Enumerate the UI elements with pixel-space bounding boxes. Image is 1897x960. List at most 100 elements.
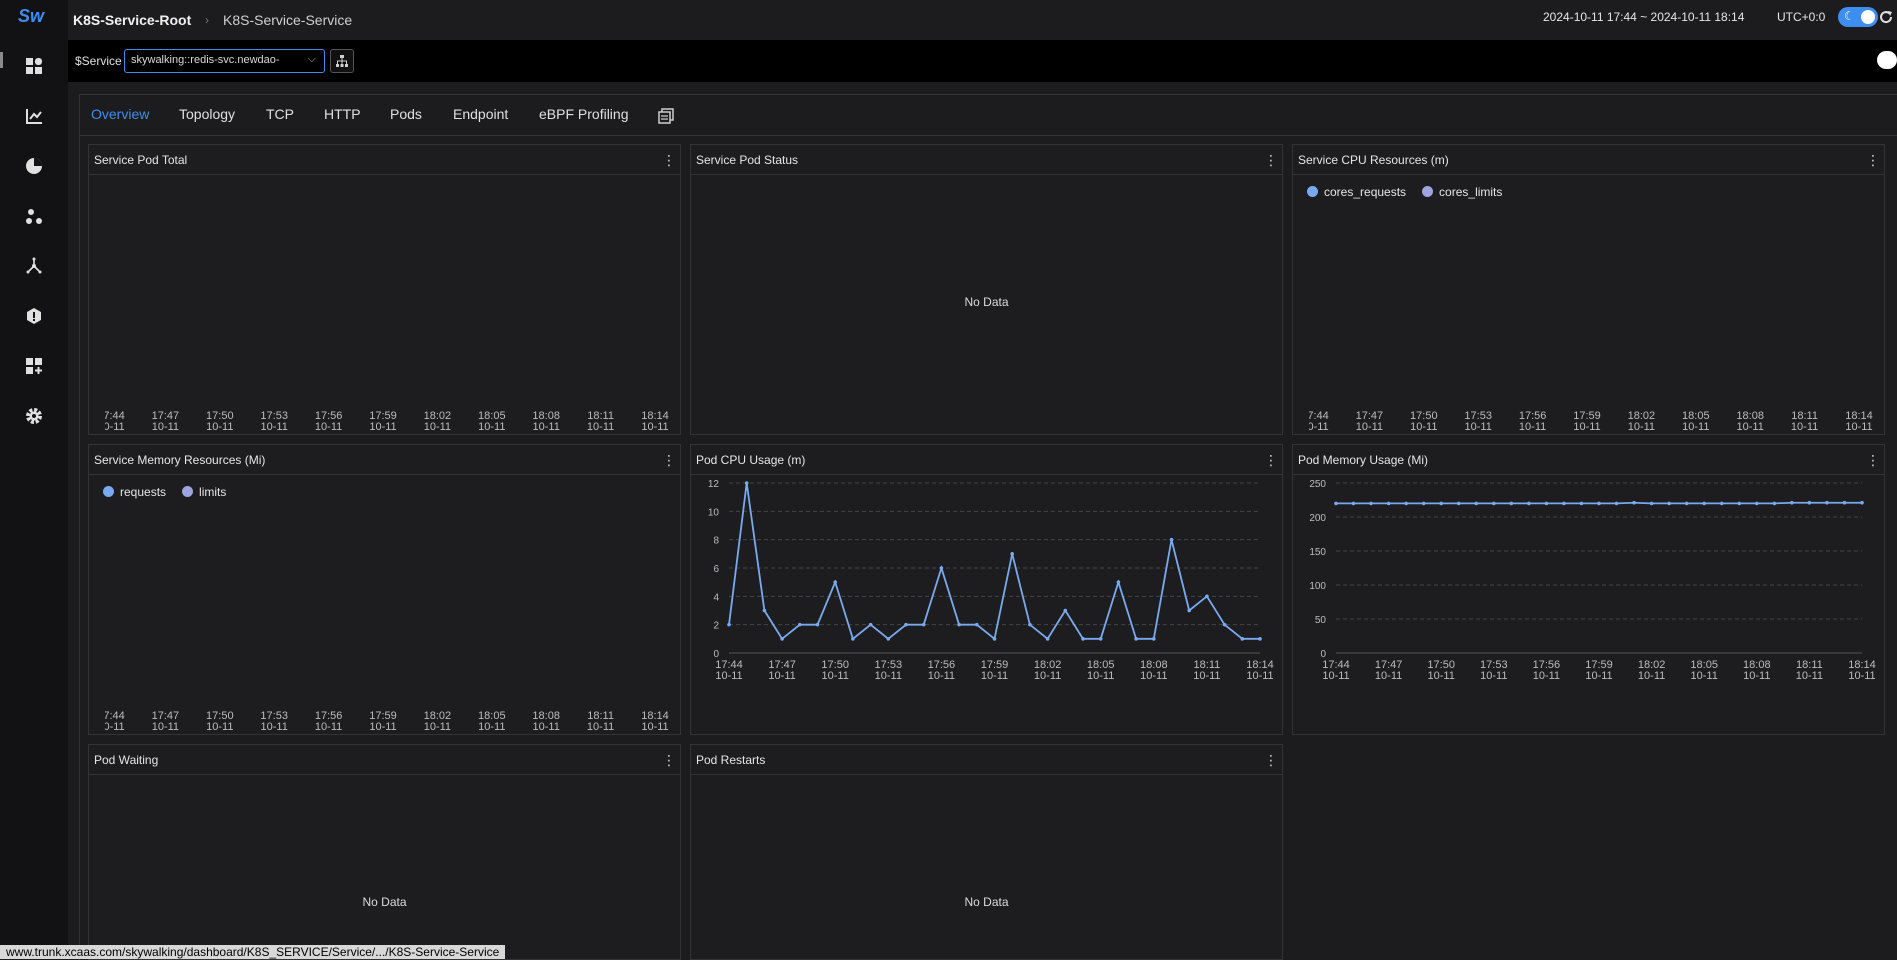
y-tick-label: 100: [1309, 581, 1326, 592]
x-tick-label: 18:11 10-11: [586, 410, 615, 433]
panel-pod-restarts: Pod Restarts ⋮ No Data: [690, 744, 1283, 960]
breadcrumb-root[interactable]: K8S-Service-Root: [73, 12, 191, 28]
panel-pod-cpu-usage: Pod CPU Usage (m) ⋮ 0 2 4 6 8 10 12 17:44 10-11 1…: [690, 444, 1283, 735]
panel-header: Service CPU Resources (m) ⋮: [1293, 145, 1884, 175]
browser-status-url: www.trunk.xcaas.com/skywalking/dashboard…: [0, 945, 506, 959]
service-select-value: skywalking::redis-svc.newdao-: [131, 54, 280, 66]
data-point: [1562, 501, 1566, 506]
x-tick-label: 17:53 10-11: [260, 710, 288, 733]
hierarchy-icon: [336, 55, 348, 67]
legend-item[interactable]: cores_limits: [1422, 185, 1502, 199]
x-axis: 17:44 10-11 17:47 10-11 17:50 10-11 17:53 10-11…: [1293, 411, 1884, 435]
more-options-icon[interactable]: ⋮: [1264, 752, 1278, 768]
x-tick-label: 17:50 10-11: [206, 710, 234, 733]
data-point: [1474, 501, 1479, 506]
more-options-icon[interactable]: ⋮: [662, 452, 676, 468]
panel-pod-waiting: Pod Waiting ⋮ No Data: [88, 744, 681, 960]
x-tick-label: 18:02 10-11: [423, 410, 452, 433]
tab-http[interactable]: HTTP: [324, 106, 361, 122]
data-point: [957, 622, 961, 627]
x-axis: 17:44 10-11 17:47 10-11 17:50 10-11 17:53 10-11…: [89, 411, 680, 435]
y-tick-label: 2: [713, 621, 719, 632]
tab-endpoint[interactable]: Endpoint: [453, 106, 508, 122]
x-tick-label: 17:56 10-11: [1518, 410, 1547, 433]
x-tick-label: 17:50 10-11: [1410, 410, 1438, 433]
tab-overview[interactable]: Overview: [91, 106, 149, 122]
more-options-icon[interactable]: ⋮: [1866, 152, 1880, 168]
data-point: [1152, 637, 1156, 641]
x-tick-label: 17:47 10-11: [1355, 410, 1384, 433]
data-point: [1404, 501, 1408, 506]
more-options-icon[interactable]: ⋮: [1264, 452, 1278, 468]
data-point: [1842, 500, 1847, 505]
reload-icon[interactable]: [1878, 6, 1897, 28]
tab-ebpf-profiling[interactable]: eBPF Profiling: [539, 106, 628, 122]
data-point: [1614, 501, 1619, 506]
legend-item[interactable]: cores_requests: [1307, 185, 1406, 199]
data-point: [1081, 637, 1085, 641]
no-data-message: No Data: [362, 895, 407, 909]
data-point: [1667, 501, 1671, 506]
skywalking-logo[interactable]: Sw: [18, 6, 54, 28]
data-point: [1825, 500, 1829, 505]
panel-title: Service Pod Status: [696, 153, 799, 167]
legend-label: cores_limits: [1439, 185, 1503, 199]
data-point: [1439, 501, 1443, 506]
service-select[interactable]: skywalking::redis-svc.newdao- ⌵: [124, 49, 325, 73]
metrics-chart-icon[interactable]: [22, 104, 46, 128]
data-point: [886, 637, 891, 641]
timezone-label[interactable]: UTC+0:0: [1777, 10, 1825, 24]
copy-tabs-icon[interactable]: [658, 108, 674, 124]
y-tick-label: 10: [708, 507, 720, 518]
data-point: [921, 622, 926, 627]
time-range-picker[interactable]: 2024-10-11 17:44 ~ 2024-10-11 18:14: [1543, 10, 1744, 24]
x-tick-label: 18:14 10-11: [1845, 410, 1873, 433]
x-tick-date: 10-11: [1691, 670, 1718, 682]
more-options-icon[interactable]: ⋮: [662, 752, 676, 768]
chevron-down-icon: ⌵: [307, 53, 316, 65]
settings-gear-icon[interactable]: [22, 404, 46, 428]
x-tick-label: 17:47 10-11: [151, 410, 180, 433]
x-tick-label: 17:59 10-11: [369, 710, 397, 733]
dashboard-icon[interactable]: [22, 54, 46, 78]
data-point: [1258, 637, 1262, 641]
theme-toggle[interactable]: ☾: [1838, 7, 1878, 27]
topology-dots-icon[interactable]: [22, 204, 46, 228]
alert-shield-icon[interactable]: [22, 304, 46, 328]
data-point: [992, 637, 997, 641]
x-tick-date: 10-11: [1246, 670, 1273, 682]
network-icon[interactable]: [22, 254, 46, 278]
add-widget-icon[interactable]: [22, 354, 46, 378]
x-tick-date: 10-11: [1533, 670, 1560, 682]
data-point: [1045, 637, 1050, 641]
data-point: [1807, 500, 1812, 505]
legend-item[interactable]: requests: [103, 485, 166, 499]
x-tick-date: 10-11: [981, 670, 1008, 682]
tab-bar: Overview Topology TCP HTTP Pods Endpoint…: [80, 95, 1897, 136]
data-point: [975, 622, 979, 627]
panel-header: Service Pod Status ⋮: [691, 145, 1282, 175]
tab-pods[interactable]: Pods: [390, 106, 422, 122]
service-topology-button[interactable]: [330, 49, 354, 73]
x-tick-date: 10-11: [1193, 670, 1220, 682]
more-options-icon[interactable]: ⋮: [1264, 152, 1278, 168]
more-options-icon[interactable]: ⋮: [662, 152, 676, 168]
tab-tcp[interactable]: TCP: [266, 106, 294, 122]
panel-header: Service Pod Total ⋮: [89, 145, 680, 175]
tab-topology[interactable]: Topology: [179, 106, 235, 122]
legend-item[interactable]: limits: [182, 485, 226, 499]
data-point: [1456, 501, 1461, 506]
panel-header: Pod Memory Usage (Mi) ⋮: [1293, 445, 1884, 475]
toggle-knob: [1861, 10, 1875, 24]
pie-chart-icon[interactable]: [22, 154, 46, 178]
x-axis: 17:44 10-11 17:47 10-11 17:50 10-11 17:53 10-11…: [89, 711, 680, 735]
x-tick-date: 10-11: [1034, 670, 1061, 682]
top-header: K8S-Service-Root › K8S-Service-Service 2…: [68, 0, 1897, 40]
data-point: [1544, 501, 1549, 506]
x-tick-label: 18:05 10-11: [478, 410, 506, 433]
legend-label: requests: [120, 485, 167, 499]
edit-mode-toggle[interactable]: [1877, 51, 1897, 69]
data-point: [1351, 501, 1356, 506]
more-options-icon[interactable]: ⋮: [1866, 452, 1880, 468]
y-tick-label: 150: [1309, 547, 1326, 558]
